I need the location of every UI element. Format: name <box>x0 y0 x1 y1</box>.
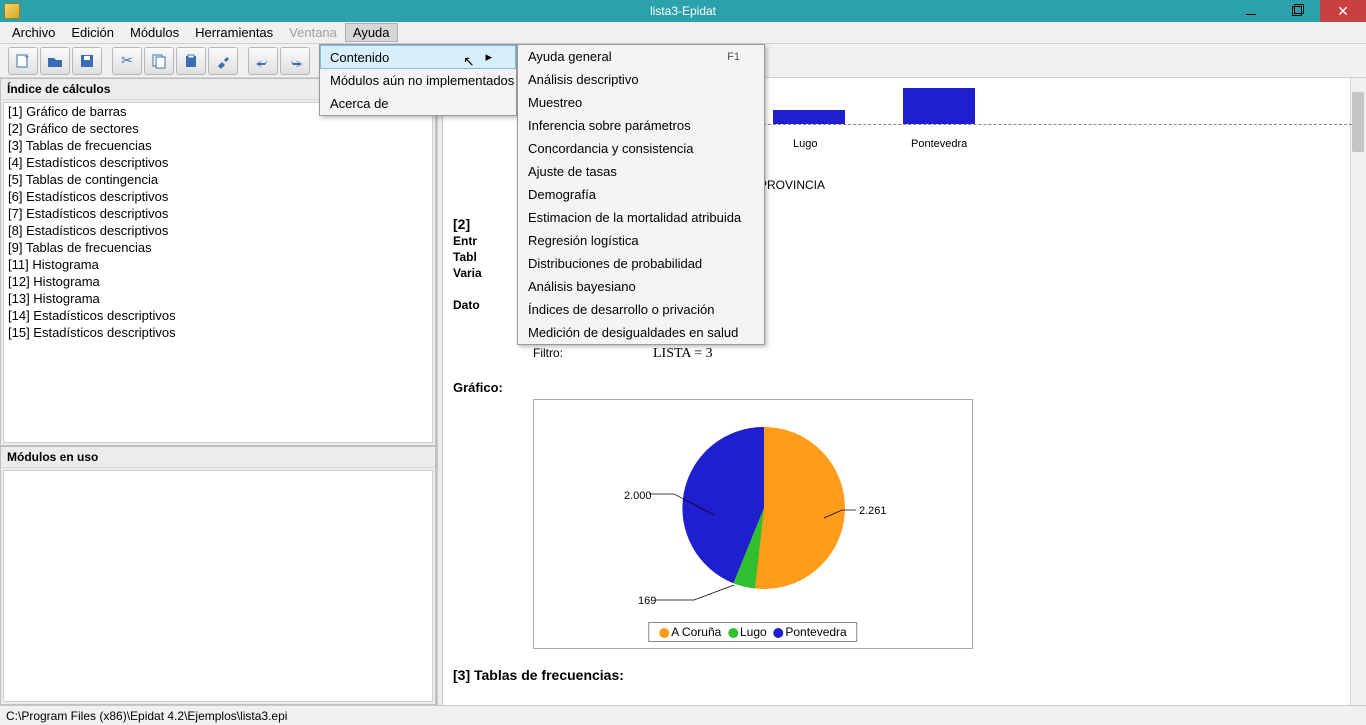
menu-item-label: Acerca de <box>330 96 389 111</box>
pie-chart-box: 2.000 2.261 169 A Coruña Lugo Pontevedra <box>533 399 973 649</box>
menu-ayuda[interactable]: Ayuda <box>345 23 398 42</box>
status-bar: C:\Program Files (x86)\Epidat 4.2\Ejempl… <box>0 705 1366 725</box>
submenu-ajuste-tasas[interactable]: Ajuste de tasas <box>518 160 764 183</box>
submenu-arrow-icon: ▸ <box>485 49 492 65</box>
submenu-ayuda-general[interactable]: Ayuda generalF1 <box>518 45 764 68</box>
menu-modulos[interactable]: Módulos <box>122 23 187 42</box>
submenu-desigualdades[interactable]: Medición de desigualdades en salud <box>518 321 764 344</box>
left-panels: Índice de cálculos [1] Gráfico de barras… <box>0 78 437 705</box>
submenu-concordancia[interactable]: Concordancia y consistencia <box>518 137 764 160</box>
menu-herramientas[interactable]: Herramientas <box>187 23 281 42</box>
scroll-thumb[interactable] <box>1352 92 1364 152</box>
indice-entry[interactable]: [13] Histograma <box>4 290 432 307</box>
submenu-muestreo[interactable]: Muestreo <box>518 91 764 114</box>
panel-modulos-title: Módulos en uso <box>1 447 435 468</box>
bar-chart: Lugo Pontevedra PROVINCIA <box>753 78 1352 192</box>
toolbar-undo-button[interactable] <box>248 47 278 75</box>
window-restore-button[interactable] <box>1274 0 1320 22</box>
contenido-submenu: Ayuda generalF1 Análisis descriptivo Mue… <box>517 44 765 345</box>
help-menu-acerca-de[interactable]: Acerca de <box>320 92 516 115</box>
toolbar-redo-button[interactable] <box>280 47 310 75</box>
indice-entry[interactable]: [6] Estadísticos descriptivos <box>4 188 432 205</box>
section-3-head: [3] Tablas de frecuencias: <box>453 667 1352 683</box>
toolbar-open-button[interactable] <box>40 47 70 75</box>
app-icon <box>4 3 20 19</box>
svg-text:+: + <box>24 53 29 62</box>
toolbar-save-button[interactable] <box>72 47 102 75</box>
submenu-mortalidad[interactable]: Estimacion de la mortalidad atribuida <box>518 206 764 229</box>
legend-dot-acoruna <box>659 628 669 638</box>
help-menu-modulos-no-implementados[interactable]: Módulos aún no implementados <box>320 69 516 92</box>
menu-bar: Archivo Edición Módulos Herramientas Ven… <box>0 22 1366 44</box>
submenu-regresion[interactable]: Regresión logística <box>518 229 764 252</box>
submenu-demografia[interactable]: Demografía <box>518 183 764 206</box>
indice-entry[interactable]: [15] Estadísticos descriptivos <box>4 324 432 341</box>
help-menu-dropdown: Contenido ▸ Módulos aún no implementados… <box>319 44 517 116</box>
bar-label-pontevedra: Pontevedra <box>911 138 967 150</box>
panel-modulos-body <box>3 470 433 702</box>
indice-entry[interactable]: [4] Estadísticos descriptivos <box>4 154 432 171</box>
bar-lugo <box>773 110 845 124</box>
bar-pontevedra <box>903 88 975 124</box>
indice-entry[interactable]: [11] Histograma <box>4 256 432 273</box>
indice-entry[interactable]: [7] Estadísticos descriptivos <box>4 205 432 222</box>
panel-modulos: Módulos en uso <box>0 446 436 705</box>
pie-leaders <box>534 400 974 620</box>
help-menu-contenido[interactable]: Contenido ▸ <box>320 45 516 69</box>
menu-edicion[interactable]: Edición <box>63 23 122 42</box>
panel-indice-body: [1] Gráfico de barras[2] Gráfico de sect… <box>3 102 433 443</box>
indice-entry[interactable]: [5] Tablas de contingencia <box>4 171 432 188</box>
toolbar-cut-button[interactable]: ✂ <box>112 47 142 75</box>
title-bar: lista3-Epidat ✕ <box>0 0 1366 22</box>
submenu-inferencia[interactable]: Inferencia sobre parámetros <box>518 114 764 137</box>
submenu-analisis-descriptivo[interactable]: Análisis descriptivo <box>518 68 764 91</box>
toolbar-copy-button[interactable] <box>144 47 174 75</box>
menu-archivo[interactable]: Archivo <box>4 23 63 42</box>
submenu-bayesiano[interactable]: Análisis bayesiano <box>518 275 764 298</box>
submenu-distribuciones[interactable]: Distribuciones de probabilidad <box>518 252 764 275</box>
legend-dot-lugo <box>728 628 738 638</box>
bar-x-axis-title: PROVINCIA <box>759 178 1352 192</box>
indice-entry[interactable]: [3] Tablas de frecuencias <box>4 137 432 154</box>
indice-entry[interactable]: [2] Gráfico de sectores <box>4 120 432 137</box>
menu-item-label: Módulos aún no implementados <box>330 73 514 88</box>
toolbar-paste-button[interactable] <box>176 47 206 75</box>
menu-item-label: Contenido <box>330 50 389 65</box>
toolbar-brush-button[interactable] <box>208 47 238 75</box>
menu-ventana[interactable]: Ventana <box>281 23 345 42</box>
indice-entry[interactable]: [9] Tablas de frecuencias <box>4 239 432 256</box>
window-close-button[interactable]: ✕ <box>1320 0 1366 22</box>
legend-dot-pontevedra <box>773 628 783 638</box>
scrollbar[interactable] <box>1350 78 1366 705</box>
indice-entry[interactable]: [8] Estadísticos descriptivos <box>4 222 432 239</box>
panel-indice: Índice de cálculos [1] Gráfico de barras… <box>0 78 436 446</box>
toolbar-new-button[interactable]: + <box>8 47 38 75</box>
submenu-indices[interactable]: Índices de desarrollo o privación <box>518 298 764 321</box>
status-path: C:\Program Files (x86)\Epidat 4.2\Ejempl… <box>6 709 287 723</box>
window-title: lista3-Epidat <box>650 4 716 18</box>
window-minimize-button[interactable] <box>1228 0 1274 22</box>
bar-label-lugo: Lugo <box>793 138 817 150</box>
bar-baseline <box>753 124 1352 125</box>
indice-entry[interactable]: [12] Histograma <box>4 273 432 290</box>
grafico-label: Gráfico: <box>453 380 1352 395</box>
pie-legend: A Coruña Lugo Pontevedra <box>648 622 857 642</box>
info-filtro: Filtro: LISTA = 3 <box>533 346 1352 362</box>
indice-entry[interactable]: [14] Estadísticos descriptivos <box>4 307 432 324</box>
